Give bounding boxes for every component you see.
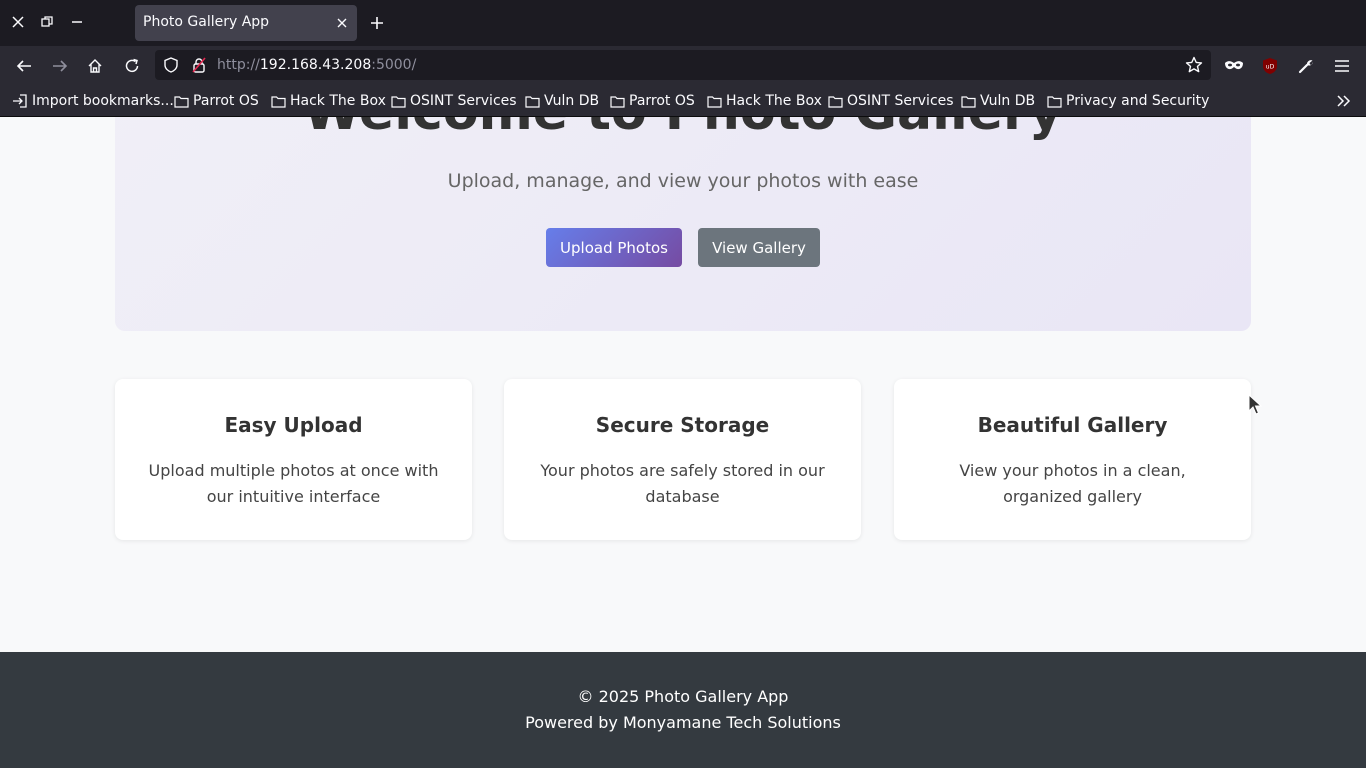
- bookmark-import[interactable]: Import bookmarks...: [12, 92, 174, 110]
- bookmark-folder-parrot-os-2[interactable]: Parrot OS: [610, 92, 695, 110]
- bookmark-folder-vuln-db-2[interactable]: Vuln DB: [961, 92, 1035, 110]
- bookmark-folder-vuln-db[interactable]: Vuln DB: [525, 92, 599, 110]
- folder-icon: [961, 95, 976, 108]
- feature-description: Your photos are safely stored in our dat…: [540, 461, 825, 506]
- feature-title: Easy Upload: [224, 413, 363, 437]
- bookmark-folder-hack-the-box-2[interactable]: Hack The Box: [707, 92, 822, 110]
- window-minimize-icon[interactable]: [66, 11, 88, 33]
- bookmark-label: Vuln DB: [544, 93, 600, 109]
- feature-title: Beautiful Gallery: [977, 413, 1168, 437]
- feature-card-easy-upload: Easy Upload Upload multiple photos at on…: [115, 379, 472, 540]
- window-close-icon[interactable]: [7, 11, 29, 33]
- bookmark-folder-osint-services-2[interactable]: OSINT Services: [828, 92, 954, 110]
- footer-copyright: © 2025 Photo Gallery App: [577, 687, 789, 706]
- new-tab-plus-icon[interactable]: [366, 12, 388, 34]
- svg-text:uD: uD: [1266, 64, 1275, 71]
- footer-powered-by: Powered by Monyamane Tech Solutions: [525, 713, 841, 732]
- bookmark-label: Hack The Box: [726, 93, 822, 109]
- bookmark-label: OSINT Services: [847, 93, 954, 109]
- feature-card-beautiful-gallery: Beautiful Gallery View your photos in a …: [894, 379, 1251, 540]
- feature-description: View your photos in a clean, organized g…: [959, 461, 1186, 506]
- hamburger-menu-icon[interactable]: [1330, 54, 1354, 78]
- bookmark-folder-privacy-and-security[interactable]: Privacy and Security: [1047, 92, 1209, 110]
- home-icon[interactable]: [83, 54, 107, 78]
- folder-icon: [828, 95, 843, 108]
- bookmark-label: Hack The Box: [290, 93, 386, 109]
- bookmark-folder-hack-the-box[interactable]: Hack The Box: [271, 92, 386, 110]
- window-restore-icon[interactable]: [36, 11, 58, 33]
- url-text: http://192.168.43.208:5000/: [217, 57, 416, 73]
- reload-icon[interactable]: [120, 54, 144, 78]
- hero-subtitle: Upload, manage, and view your photos wit…: [447, 170, 919, 192]
- folder-icon: [610, 95, 625, 108]
- url-port-path: :5000/: [371, 57, 417, 73]
- tab-close-icon[interactable]: [333, 14, 351, 32]
- insecure-lock-icon[interactable]: [190, 56, 208, 74]
- bookmarks-overflow-chevron-icon[interactable]: [1336, 92, 1352, 110]
- upload-photos-button[interactable]: Upload Photos: [546, 228, 682, 267]
- bookmark-label: Import bookmarks...: [32, 93, 174, 109]
- bookmark-label: Parrot OS: [193, 93, 259, 109]
- bookmark-folder-parrot-os[interactable]: Parrot OS: [174, 92, 259, 110]
- forward-arrow-icon[interactable]: [48, 54, 72, 78]
- bookmark-label: Parrot OS: [629, 93, 695, 109]
- folder-icon: [174, 95, 189, 108]
- bookmark-label: Privacy and Security: [1066, 93, 1210, 109]
- hero-title: Welcome to Photo Gallery: [115, 117, 1251, 142]
- url-scheme: http://: [217, 57, 260, 73]
- browser-tab-strip: Photo Gallery App: [0, 0, 1366, 46]
- feature-description: Upload multiple photos at once with our …: [148, 461, 439, 506]
- folder-icon: [391, 95, 406, 108]
- wrench-tools-icon[interactable]: [1294, 54, 1318, 78]
- page-content: Welcome to Photo Gallery Upload, manage,…: [0, 117, 1366, 768]
- folder-icon: [271, 95, 286, 108]
- folder-icon: [1047, 95, 1062, 108]
- folder-icon: [525, 95, 540, 108]
- import-icon: [13, 94, 27, 108]
- active-tab[interactable]: Photo Gallery App: [135, 5, 357, 41]
- feature-title: Secure Storage: [595, 413, 770, 437]
- url-bar[interactable]: http://192.168.43.208:5000/: [155, 50, 1211, 80]
- feature-card-secure-storage: Secure Storage Your photos are safely st…: [504, 379, 861, 540]
- url-host: 192.168.43.208: [259, 57, 372, 73]
- bookmark-star-icon[interactable]: [1185, 56, 1203, 74]
- back-arrow-icon[interactable]: [12, 54, 36, 78]
- bookmarks-toolbar: Import bookmarks... Parrot OS Hack The B…: [0, 84, 1366, 117]
- hero-section: Welcome to Photo Gallery Upload, manage,…: [115, 117, 1251, 331]
- mouse-pointer-icon: [1248, 394, 1262, 415]
- bookmark-label: OSINT Services: [410, 93, 517, 109]
- private-browsing-mask-icon[interactable]: [1222, 54, 1246, 78]
- bookmark-label: Vuln DB: [980, 93, 1036, 109]
- folder-icon: [707, 95, 722, 108]
- view-gallery-button[interactable]: View Gallery: [698, 228, 820, 267]
- ublock-origin-extension-icon[interactable]: uD: [1258, 54, 1282, 78]
- tab-title: Photo Gallery App: [143, 14, 270, 30]
- site-footer: © 2025 Photo Gallery App Powered by Mony…: [0, 652, 1366, 768]
- bookmark-folder-osint-services[interactable]: OSINT Services: [391, 92, 517, 110]
- tracking-protection-shield-icon[interactable]: [162, 56, 180, 74]
- browser-navigation-bar: http://192.168.43.208:5000/ uD: [0, 46, 1366, 84]
